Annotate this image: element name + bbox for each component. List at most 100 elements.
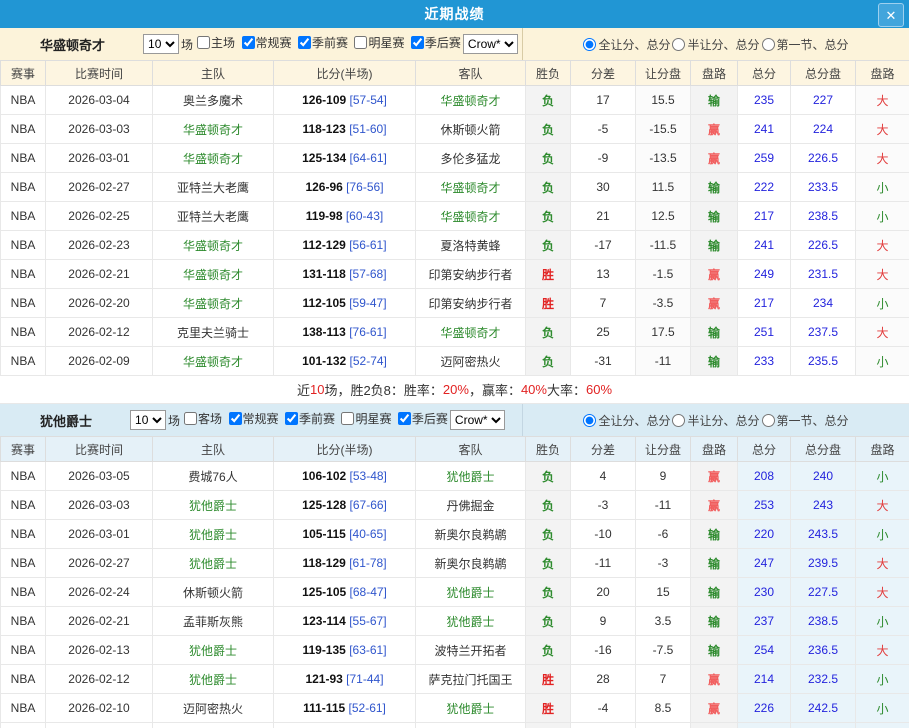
half-score: [40-65] bbox=[349, 527, 386, 541]
cell-win-loss: 负 bbox=[526, 144, 571, 173]
close-button[interactable]: ✕ bbox=[878, 3, 904, 27]
radio-option[interactable]: 全让分、总分 bbox=[583, 36, 670, 53]
cell-total-points: 217 bbox=[738, 289, 791, 318]
filter-checkbox-input[interactable] bbox=[242, 36, 255, 49]
cell-score: 119-135 [63-61] bbox=[274, 636, 416, 665]
cell-away-team: 新奥尔良鹈鹕 bbox=[416, 549, 526, 578]
cell-point-diff: -10 bbox=[571, 520, 636, 549]
cell-win-loss: 负 bbox=[526, 173, 571, 202]
full-score: 131-118 bbox=[302, 267, 345, 281]
filter-checkbox-label: 主场 bbox=[211, 34, 235, 51]
filter-checkbox-input[interactable] bbox=[398, 412, 411, 425]
radio-input[interactable] bbox=[762, 414, 775, 427]
summary-text: 20% bbox=[443, 382, 469, 397]
cell-handicap-result: 赢 bbox=[691, 462, 738, 491]
cell-date: 2026-02-27 bbox=[46, 173, 153, 202]
game-row: NBA 2026-02-23 华盛顿奇才 112-129 [56-61] 夏洛特… bbox=[1, 231, 909, 260]
filter-checkbox[interactable]: 主场 bbox=[195, 34, 235, 51]
cell-total-points: 220 bbox=[738, 520, 791, 549]
cell-handicap-result: 输 bbox=[691, 318, 738, 347]
cell-total-line: 237.5 bbox=[791, 318, 856, 347]
filter-checkbox-input[interactable] bbox=[411, 36, 424, 49]
full-score: 111-115 bbox=[303, 701, 345, 715]
full-score: 125-134 bbox=[302, 151, 346, 165]
cell-total-line: 226.5 bbox=[791, 144, 856, 173]
summary-text: 近 bbox=[297, 380, 310, 399]
games-count-select[interactable]: 10 bbox=[143, 34, 179, 54]
cell-handicap-result: 输 bbox=[691, 86, 738, 115]
radio-label: 半让分、总分 bbox=[687, 412, 759, 429]
cell-total-points: 208 bbox=[738, 462, 791, 491]
header-cell: 客队 bbox=[416, 437, 526, 462]
cell-handicap-line: 9 bbox=[636, 462, 691, 491]
cell-over-under: 小 bbox=[856, 665, 909, 694]
filter-checkbox[interactable]: 季后赛 bbox=[409, 34, 461, 51]
filter-checkbox[interactable]: 明星赛 bbox=[339, 410, 391, 427]
radio-option[interactable]: 第一节、总分 bbox=[762, 36, 849, 53]
cell-score: 106-102 [53-48] bbox=[274, 462, 416, 491]
cell-date: 2026-03-03 bbox=[46, 115, 153, 144]
cell-total-line: 236.5 bbox=[791, 636, 856, 665]
filter-checkbox-group: 主场 常规赛 季前赛 bbox=[195, 34, 461, 54]
filter-checkbox[interactable]: 明星赛 bbox=[352, 34, 404, 51]
games-count-select[interactable]: 10 bbox=[130, 410, 166, 430]
cell-date: 2026-02-12 bbox=[46, 665, 153, 694]
filter-checkbox[interactable]: 常规赛 bbox=[227, 410, 279, 427]
cell-win-loss: 负 bbox=[526, 202, 571, 231]
cell-total-points: 230 bbox=[738, 578, 791, 607]
cell-league: NBA bbox=[1, 723, 46, 728]
cell-home-team: 费城76人 bbox=[153, 462, 274, 491]
filter-checkbox[interactable]: 季前赛 bbox=[283, 410, 335, 427]
cell-total-points: 241 bbox=[738, 231, 791, 260]
cell-over-under: 小 bbox=[856, 723, 909, 728]
summary-text: ，赢率： bbox=[469, 380, 521, 399]
radio-input[interactable] bbox=[762, 38, 775, 51]
game-row: NBA 2026-03-01 华盛顿奇才 125-134 [64-61] 多伦多… bbox=[1, 144, 909, 173]
radio-input[interactable] bbox=[672, 38, 685, 51]
cell-home-team: 奥兰多魔术 bbox=[153, 86, 274, 115]
radio-input[interactable] bbox=[583, 414, 596, 427]
filter-checkbox-input[interactable] bbox=[354, 36, 367, 49]
close-icon: ✕ bbox=[886, 9, 897, 22]
source-select[interactable]: Crow* bbox=[463, 34, 518, 54]
filter-checkbox[interactable]: 客场 bbox=[182, 410, 222, 427]
window-titlebar: 近期战绩 ✕ bbox=[0, 0, 909, 28]
radio-option[interactable]: 半让分、总分 bbox=[672, 36, 759, 53]
recent-results-window: 近期战绩 ✕ 华盛顿奇才 10 场 主场 bbox=[0, 0, 909, 728]
radio-input[interactable] bbox=[672, 414, 685, 427]
cell-score: 131-118 [57-68] bbox=[274, 260, 416, 289]
cell-date: 2026-03-04 bbox=[46, 86, 153, 115]
cell-total-line: 226.5 bbox=[791, 231, 856, 260]
cell-home-team: 犹他爵士 bbox=[153, 491, 274, 520]
filter-checkbox-input[interactable] bbox=[229, 412, 242, 425]
filter-checkbox-input[interactable] bbox=[184, 412, 197, 425]
cell-score: 120-117 [54-65] bbox=[274, 723, 416, 728]
filter-checkbox[interactable]: 常规赛 bbox=[240, 34, 292, 51]
cell-point-diff: 7 bbox=[571, 289, 636, 318]
game-row: NBA 2026-02-12 犹他爵士 121-93 [71-44] 萨克拉门托… bbox=[1, 665, 909, 694]
filter-checkbox-input[interactable] bbox=[298, 36, 311, 49]
source-select[interactable]: Crow* bbox=[450, 410, 505, 430]
radio-option[interactable]: 第一节、总分 bbox=[762, 412, 849, 429]
cell-total-line: 233.5 bbox=[791, 173, 856, 202]
filter-checkbox-input[interactable] bbox=[341, 412, 354, 425]
cell-handicap-line: 17.5 bbox=[636, 318, 691, 347]
radio-option[interactable]: 半让分、总分 bbox=[672, 412, 759, 429]
filter-checkbox[interactable]: 季后赛 bbox=[396, 410, 448, 427]
game-row: NBA 2026-02-24 休斯顿火箭 125-105 [68-47] 犹他爵… bbox=[1, 578, 909, 607]
filter-checkbox-input[interactable] bbox=[285, 412, 298, 425]
radio-option[interactable]: 全让分、总分 bbox=[583, 412, 670, 429]
filter-checkbox[interactable]: 季前赛 bbox=[296, 34, 348, 51]
radio-input[interactable] bbox=[583, 38, 596, 51]
game-row: NBA 2026-02-27 亚特兰大老鹰 126-96 [76-56] 华盛顿… bbox=[1, 173, 909, 202]
cell-over-under: 小 bbox=[856, 694, 909, 723]
header-cell: 胜负 bbox=[526, 61, 571, 86]
cell-handicap-result: 赢 bbox=[691, 289, 738, 318]
filter-checkbox-input[interactable] bbox=[197, 36, 210, 49]
cell-handicap-line: -15.5 bbox=[636, 115, 691, 144]
cell-over-under: 大 bbox=[856, 636, 909, 665]
full-score: 119-98 bbox=[306, 209, 343, 223]
header-cell: 胜负 bbox=[526, 437, 571, 462]
cell-away-team: 华盛顿奇才 bbox=[416, 202, 526, 231]
cell-home-team: 华盛顿奇才 bbox=[153, 347, 274, 376]
